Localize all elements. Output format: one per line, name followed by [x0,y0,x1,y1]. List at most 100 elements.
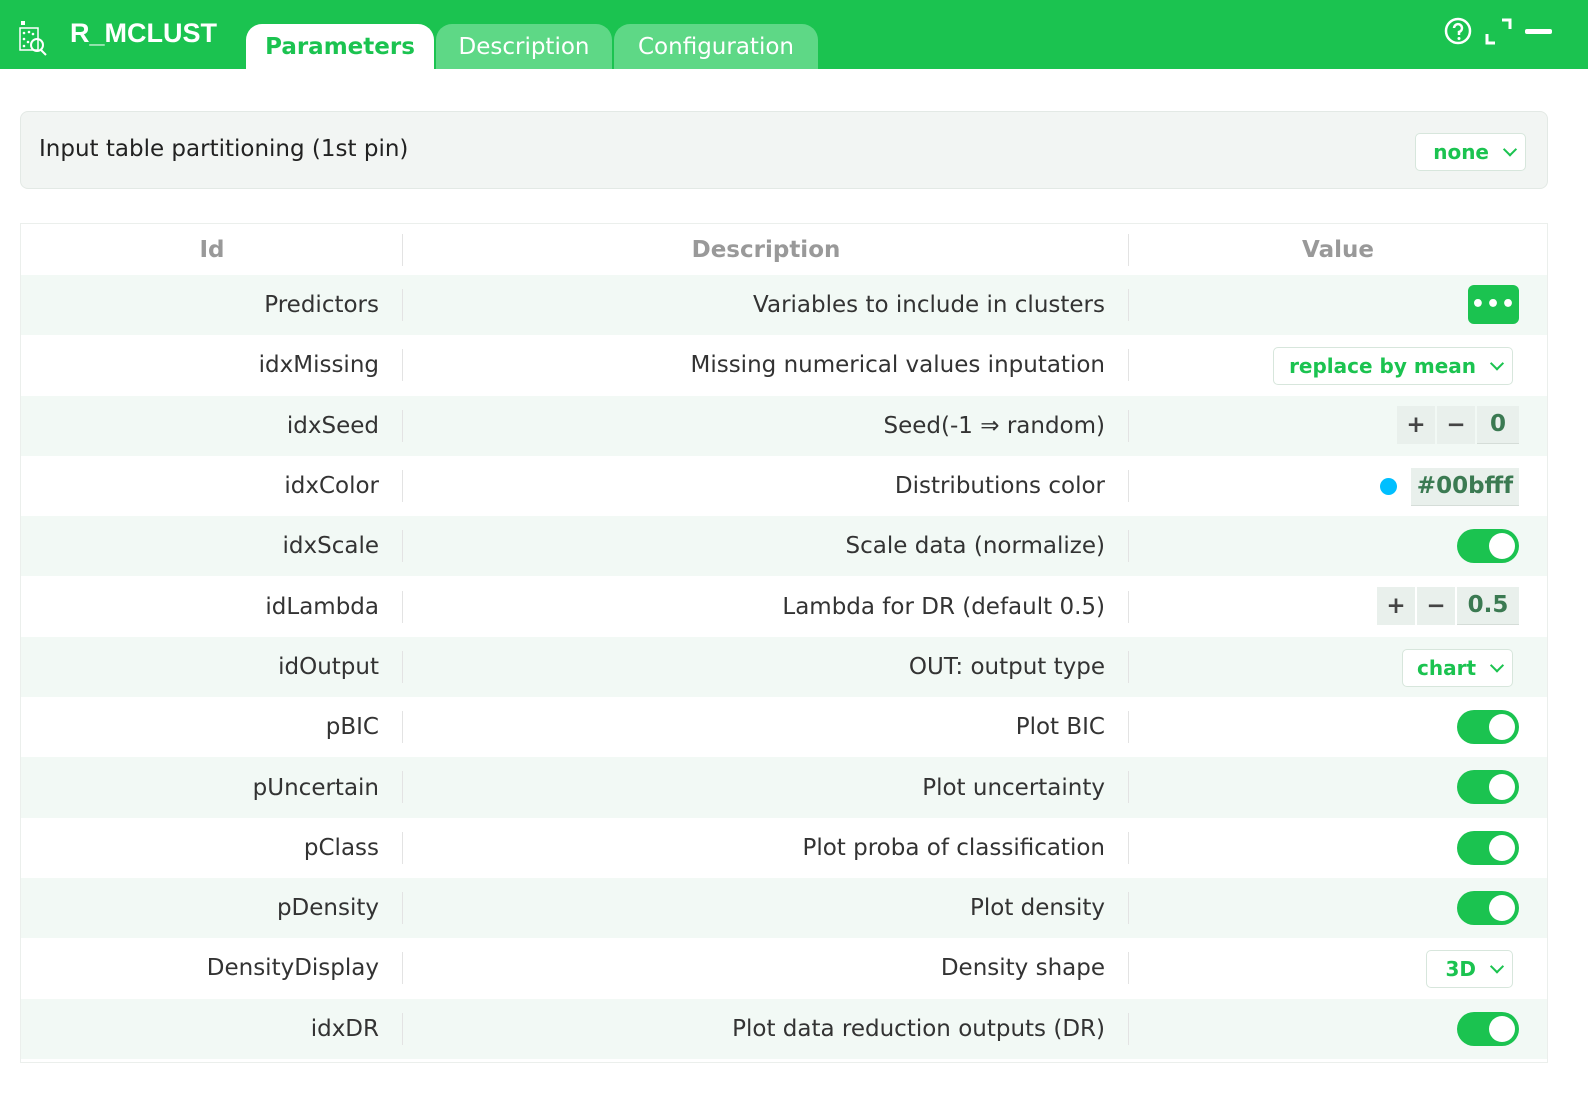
title-bar: R_MCLUST Parameters Description Configur… [0,0,1588,69]
expand-icon[interactable] [1485,18,1513,46]
column-divider [402,530,403,563]
param-description: Distributions color [894,473,1105,500]
param-id: idxMissing [258,352,379,379]
chevron-down-icon [1489,658,1505,673]
param-id: DensityDisplay [206,955,379,982]
param-description: Plot uncertainty [922,774,1105,801]
column-divider [1128,650,1129,683]
column-divider [1128,831,1129,864]
param-description: OUT: output type [908,653,1105,680]
param-description: Missing numerical values inputation [690,352,1105,379]
cluster-search-icon [19,21,47,56]
table-row: idxDR Plot data reduction outputs (DR) [21,998,1547,1059]
column-divider [1128,892,1129,924]
color-swatch[interactable] [1380,477,1397,495]
column-divider [402,289,403,321]
param-id: idxColor [284,473,379,500]
DensityDisplay-select[interactable]: 3D [1426,950,1513,989]
idOutput-select[interactable]: chart [1402,648,1513,687]
column-divider [1128,469,1129,502]
pDensity-toggle[interactable] [1457,891,1519,925]
param-id: pDensity [276,895,379,922]
column-divider [402,952,403,985]
partition-select[interactable]: none [1415,133,1526,171]
app-title: R_MCLUST [70,18,217,48]
column-divider [402,409,403,442]
idLambda-value[interactable]: 0.5 [1457,586,1519,625]
param-id: idxScale [282,533,379,560]
select-value: 3D [1445,957,1476,982]
tab-configuration[interactable]: Configuration [614,24,818,69]
pUncertain-toggle[interactable] [1457,770,1519,805]
column-divider [402,831,403,864]
chevron-down-icon [1489,356,1505,371]
param-description: Seed(-1 ⇒ random) [883,412,1105,439]
decrement-button[interactable]: − [1417,586,1455,625]
column-divider [1128,1012,1129,1045]
column-divider [402,349,403,382]
param-id: pBIC [325,714,379,741]
param-description: Plot density [970,895,1105,922]
param-id: idLambda [265,593,379,620]
column-divider [402,771,403,804]
param-id: Predictors [264,292,379,319]
tab-description[interactable]: Description [436,24,612,69]
table-row: idxScale Scale data (normalize) [21,516,1547,577]
idxMissing-select[interactable]: replace by mean [1273,347,1513,386]
table-row: idxColor Distributions color #00bfff [21,456,1547,516]
column-divider [1128,711,1129,744]
param-description: Density shape [940,955,1105,982]
tab-parameters[interactable]: Parameters [246,24,434,69]
header-description: Description [691,237,841,263]
param-id: idOutput [278,653,379,680]
decrement-button[interactable]: − [1437,405,1475,444]
idxScale-toggle[interactable] [1457,529,1519,564]
table-row: DensityDisplay Density shape 3D [21,938,1547,998]
param-description: Variables to include in clusters [753,292,1105,319]
increment-button[interactable]: + [1397,405,1435,444]
column-divider [402,469,403,502]
param-id: pClass [303,834,379,861]
column-divider [1128,530,1129,563]
param-id: pUncertain [252,774,379,801]
column-divider [1128,590,1129,623]
param-description: Plot proba of classification [802,834,1105,861]
partition-value: none [1433,140,1489,164]
parameters-table: Id Description Value Predictors Variables… [20,223,1548,1063]
param-description: Plot BIC [1015,714,1105,741]
column-divider [402,892,403,924]
color-input[interactable]: #00bfff [1411,467,1519,506]
column-divider [402,590,403,623]
select-value: replace by mean [1289,354,1476,379]
column-divider [1128,289,1129,321]
column-divider [402,650,403,683]
pClass-toggle[interactable] [1457,830,1519,865]
table-row: pClass Plot proba of classification [21,818,1547,878]
chevron-down-icon [1502,142,1518,157]
help-icon[interactable] [1443,16,1473,46]
param-description: Plot data reduction outputs (DR) [732,1015,1105,1042]
increment-button[interactable]: + [1377,586,1415,625]
chevron-down-icon [1489,959,1505,974]
pBIC-toggle[interactable] [1457,710,1519,745]
partition-label: Input table partitioning (1st pin) [39,136,409,162]
more-options-button[interactable]: ••• [1468,285,1519,324]
table-row: pUncertain Plot uncertainty [21,757,1547,818]
param-id: idxSeed [286,412,379,439]
table-row: idxSeed Seed(-1 ⇒ random) 0− + [21,395,1547,456]
param-description: Scale data (normalize) [845,533,1105,560]
param-description: Lambda for DR (default 0.5) [782,593,1105,620]
column-divider [402,711,403,744]
param-id: idxDR [310,1015,379,1042]
column-divider [1128,771,1129,804]
idxSeed-value[interactable]: 0 [1477,405,1519,444]
idxDR-toggle[interactable] [1457,1011,1519,1046]
table-row: idxMissing Missing numerical values input… [21,335,1547,395]
column-divider [1128,349,1129,382]
column-divider [402,1012,403,1045]
select-value: chart [1416,655,1476,680]
minimize-icon[interactable] [1525,29,1552,34]
table-row: pDensity Plot density [21,878,1547,939]
table-row: Predictors Variables to include in cluste… [21,275,1547,336]
table-row: pBIC Plot BIC [21,697,1547,757]
